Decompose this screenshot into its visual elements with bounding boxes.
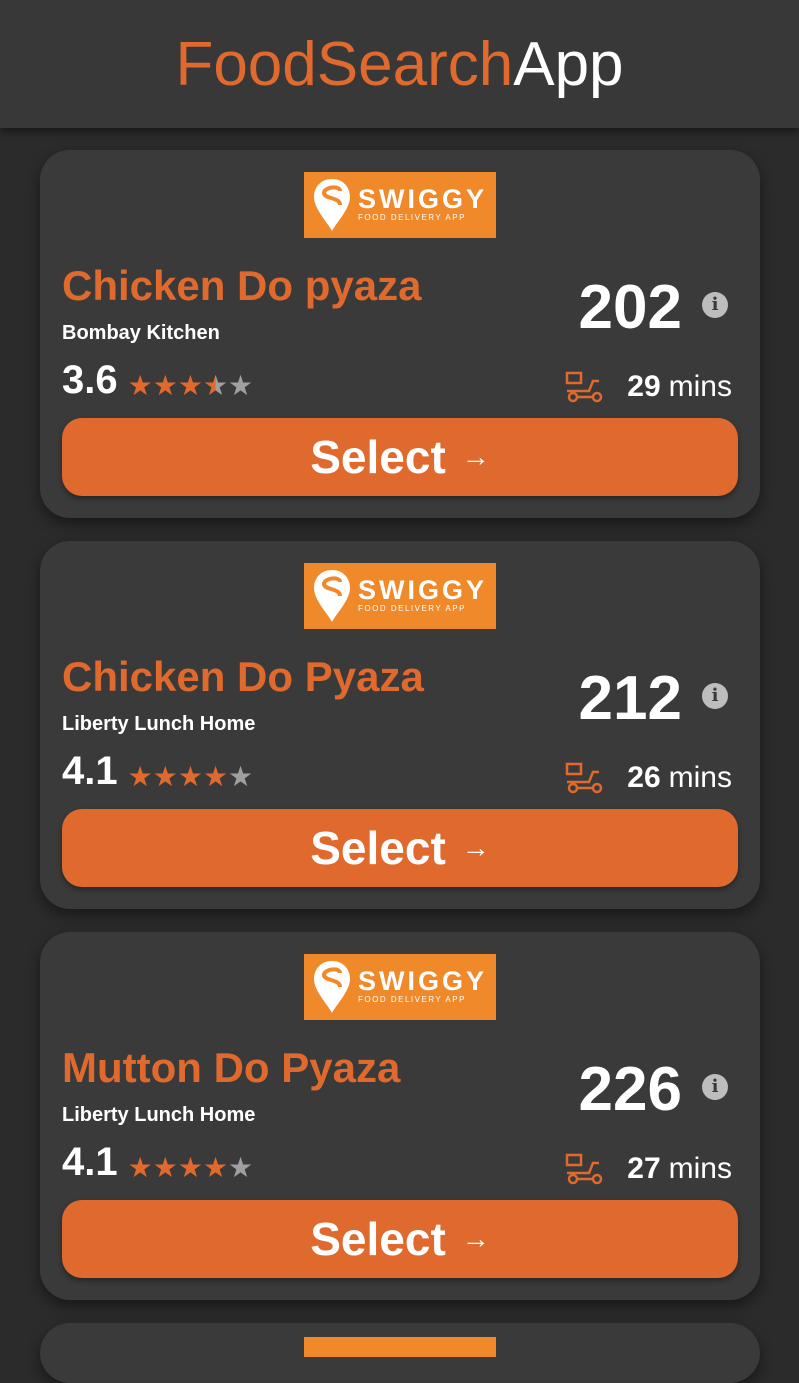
half-star-icon: ★ bbox=[202, 369, 229, 401]
star-rating: ★ ★ ★ ★ ★ bbox=[127, 1151, 254, 1183]
delivery-unit: mins bbox=[668, 370, 732, 403]
food-card-partial bbox=[40, 1323, 760, 1383]
star-icon: ★ bbox=[228, 760, 254, 792]
rating-value: 3.6 bbox=[62, 358, 118, 402]
food-card: SWIGGY FOOD DELIVERY APP Chicken Do pyaz… bbox=[40, 150, 760, 518]
star-icon: ★ bbox=[152, 369, 178, 401]
dish-name: Chicken Do pyaza bbox=[62, 262, 422, 309]
delivery-unit: mins bbox=[668, 1152, 732, 1185]
select-button[interactable]: Select → bbox=[62, 809, 738, 887]
swiggy-logo bbox=[304, 1337, 496, 1357]
star-icon: ★ bbox=[152, 760, 178, 792]
star-icon: ★ bbox=[127, 369, 153, 401]
food-card: SWIGGY FOOD DELIVERY APP Mutton Do Pyaza… bbox=[40, 932, 760, 1300]
swiggy-logo: SWIGGY FOOD DELIVERY APP bbox=[304, 172, 496, 238]
restaurant-name: Liberty Lunch Home bbox=[62, 713, 256, 735]
star-icon: ★ bbox=[177, 369, 203, 401]
app-header: FoodSearchApp bbox=[0, 0, 799, 128]
brand-tagline: FOOD DELIVERY APP bbox=[358, 604, 466, 613]
food-card: SWIGGY FOOD DELIVERY APP Chicken Do Pyaz… bbox=[40, 541, 760, 909]
restaurant-name: Liberty Lunch Home bbox=[62, 1104, 256, 1126]
app-title-part1: FoodSearch bbox=[175, 29, 514, 99]
select-label: Select bbox=[310, 431, 446, 483]
delivery-minutes: 26 bbox=[627, 761, 661, 794]
swiggy-logo: SWIGGY FOOD DELIVERY APP bbox=[304, 563, 496, 629]
star-icon: ★ bbox=[177, 760, 203, 792]
rating-value: 4.1 bbox=[62, 749, 118, 793]
star-icon: ★ bbox=[127, 1151, 153, 1183]
star-icon: ★ bbox=[152, 1151, 178, 1183]
delivery-scooter-icon bbox=[566, 762, 603, 794]
brand-name: SWIGGY bbox=[358, 966, 488, 996]
swiggy-pin-icon bbox=[314, 179, 350, 231]
info-icon[interactable]: i bbox=[702, 292, 728, 318]
brand-name: SWIGGY bbox=[358, 575, 488, 605]
star-icon: ★ bbox=[202, 760, 229, 792]
rating: 4.1 ★ ★ ★ ★ ★ bbox=[62, 749, 253, 794]
swiggy-pin-icon bbox=[314, 570, 350, 622]
star-icon: ★ bbox=[177, 1151, 203, 1183]
arrow-right-icon: → bbox=[461, 832, 490, 863]
star-rating: ★ ★ ★ ★ ★ bbox=[127, 369, 254, 401]
info-icon[interactable]: i bbox=[702, 1074, 728, 1100]
star-icon: ★ bbox=[228, 1151, 254, 1183]
swiggy-logo: SWIGGY FOOD DELIVERY APP bbox=[304, 954, 496, 1020]
delivery-time: 26 mins bbox=[565, 761, 732, 795]
app-title: FoodSearchApp bbox=[175, 29, 623, 100]
delivery-time: 29 mins bbox=[565, 370, 732, 404]
delivery-scooter-icon bbox=[566, 371, 603, 403]
delivery-minutes: 27 bbox=[627, 1152, 661, 1185]
select-button[interactable]: Select → bbox=[62, 418, 738, 496]
arrow-right-icon: → bbox=[461, 441, 490, 472]
select-button[interactable]: Select → bbox=[62, 1200, 738, 1278]
star-rating: ★ ★ ★ ★ ★ bbox=[127, 760, 254, 792]
delivery-scooter-icon bbox=[566, 1153, 603, 1185]
arrow-right-icon: → bbox=[461, 1223, 490, 1254]
rating: 3.6 ★ ★ ★ ★ ★ bbox=[62, 358, 253, 403]
brand-tagline: FOOD DELIVERY APP bbox=[358, 995, 466, 1004]
restaurant-name: Bombay Kitchen bbox=[62, 322, 220, 344]
app-title-part2: App bbox=[513, 29, 624, 99]
select-label: Select bbox=[310, 822, 446, 874]
select-label: Select bbox=[310, 1213, 446, 1265]
delivery-unit: mins bbox=[668, 761, 732, 794]
price: 226 bbox=[578, 1055, 682, 1124]
star-icon: ★ bbox=[202, 1151, 229, 1183]
delivery-minutes: 29 bbox=[627, 370, 661, 403]
dish-name: Mutton Do Pyaza bbox=[62, 1044, 401, 1091]
brand-name: SWIGGY bbox=[358, 184, 488, 214]
rating: 4.1 ★ ★ ★ ★ ★ bbox=[62, 1140, 253, 1185]
star-icon: ★ bbox=[228, 369, 254, 401]
star-icon: ★ bbox=[127, 760, 153, 792]
price: 202 bbox=[578, 273, 682, 342]
swiggy-pin-icon bbox=[314, 961, 350, 1013]
rating-value: 4.1 bbox=[62, 1140, 118, 1184]
price: 212 bbox=[578, 664, 682, 733]
delivery-time: 27 mins bbox=[565, 1152, 732, 1186]
dish-name: Chicken Do Pyaza bbox=[62, 653, 424, 700]
brand-tagline: FOOD DELIVERY APP bbox=[358, 213, 466, 222]
info-icon[interactable]: i bbox=[702, 683, 728, 709]
